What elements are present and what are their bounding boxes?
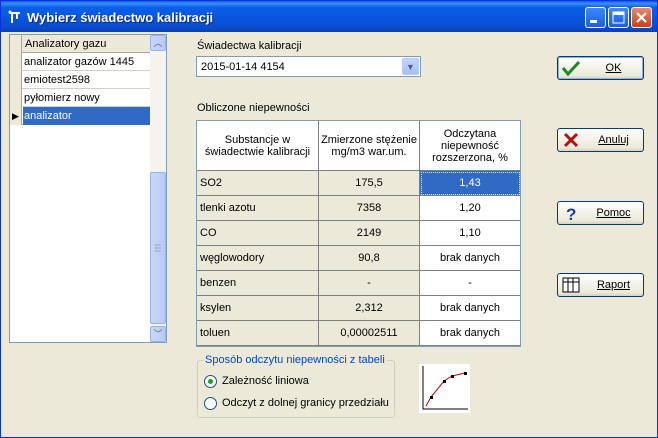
substance-cell: benzen <box>197 271 319 296</box>
list-scrollbar[interactable]: ︿ ﹀ <box>150 35 166 342</box>
substance-cell: SO2 <box>197 171 319 196</box>
report-label: Raport <box>596 279 631 291</box>
analyzer-list[interactable]: Analizatory gazu analizator gazów 1445 e… <box>9 34 167 343</box>
radio-lower-bound[interactable] <box>204 397 217 410</box>
window-title: Wybierz świadectwo kalibracji <box>27 10 214 25</box>
radio-lower-bound-label[interactable]: Odczyt z dolnej granicy przedziału <box>222 397 389 409</box>
uncertainty-cell[interactable]: brak danych <box>420 296 520 321</box>
maximize-icon <box>612 11 625 24</box>
concentration-cell: 175,5 <box>319 171 420 196</box>
uncertainty-cell-selected[interactable]: 1,43 <box>420 171 520 196</box>
chevron-down-icon: ﹀ <box>153 329 163 339</box>
radio-linear[interactable] <box>204 375 217 388</box>
list-item-selected[interactable]: ▶ analizator <box>10 107 150 125</box>
list-item[interactable]: analizator gazów 1445 <box>10 53 150 71</box>
dialog-body: Analizatory gazu analizator gazów 1445 e… <box>4 32 654 435</box>
uncertainty-cell[interactable]: brak danych <box>420 321 520 346</box>
radio-dot <box>208 379 213 384</box>
minimize-icon <box>590 20 597 23</box>
x-icon <box>562 132 580 148</box>
uncertainty-cell[interactable]: brak danych <box>420 246 520 271</box>
substance-cell: toluen <box>197 321 319 346</box>
app-icon <box>7 9 23 25</box>
list-item[interactable]: emiotest2598 <box>10 71 150 89</box>
row-indicator <box>10 53 22 71</box>
concentration-cell: 2149 <box>319 221 420 246</box>
concentration-cell: - <box>319 271 420 296</box>
row-indicator <box>10 71 22 89</box>
uncertainty-cell[interactable]: 1,10 <box>420 221 520 246</box>
report-button[interactable]: Raport <box>557 273 644 297</box>
column-header: Odczytana niepewność rozszerzona, % <box>420 121 520 171</box>
substance-cell: tlenki azotu <box>197 196 319 221</box>
scroll-thumb[interactable] <box>150 172 166 324</box>
concentration-cell: 90,8 <box>319 246 420 271</box>
read-mode-group: Sposób odczytu niepewności z tabeli Zale… <box>197 354 395 418</box>
uncertainties-label: Obliczone niepewności <box>197 102 310 114</box>
list-header-label: Analizatory gazu <box>25 38 107 50</box>
svg-text:?: ? <box>566 205 576 221</box>
ok-button[interactable]: OK <box>557 56 644 80</box>
question-icon: ? <box>562 205 580 224</box>
certificate-select[interactable]: 2015-01-14 4154 ▼ <box>196 56 421 77</box>
list-item-label: pyłomierz nowy <box>24 92 100 104</box>
linear-graph-icon <box>419 364 470 413</box>
close-button[interactable] <box>631 7 652 28</box>
scroll-up-button[interactable]: ︿ <box>150 35 166 51</box>
uncertainty-cell[interactable]: 1,20 <box>420 196 520 221</box>
help-button[interactable]: ? Pomoc <box>557 201 644 225</box>
certificate-label: Świadectwa kalibracji <box>197 40 302 52</box>
uncertainty-cell[interactable]: - <box>420 271 520 296</box>
chevron-down-icon: ▼ <box>406 62 415 72</box>
list-item-label: emiotest2598 <box>24 74 91 86</box>
list-header: Analizatory gazu <box>10 35 150 53</box>
cancel-button[interactable]: Anuluj <box>557 128 644 152</box>
dropdown-button[interactable]: ▼ <box>402 58 419 75</box>
read-mode-title: Sposób odczytu niepewności z tabeli <box>203 354 387 366</box>
minimize-button[interactable] <box>585 7 606 28</box>
substance-cell: węglowodory <box>197 246 319 271</box>
list-item-label: analizator gazów 1445 <box>24 56 135 68</box>
title-bar[interactable]: Wybierz świadectwo kalibracji <box>1 1 657 32</box>
substance-cell: CO <box>197 221 319 246</box>
close-icon <box>636 12 647 23</box>
table-icon <box>562 277 580 293</box>
row-indicator <box>10 89 22 107</box>
certificate-value: 2015-01-14 4154 <box>201 61 285 73</box>
scroll-down-button[interactable]: ﹀ <box>150 326 166 342</box>
concentration-cell: 2,312 <box>319 296 420 321</box>
uncertainty-table[interactable]: Substancje w świadectwie kalibracji Zmie… <box>196 120 521 347</box>
dialog-window: Wybierz świadectwo kalibracji Analizator… <box>0 0 658 438</box>
current-row-arrow-icon: ▶ <box>10 107 22 125</box>
chevron-up-icon: ︿ <box>153 38 163 48</box>
column-header: Substancje w świadectwie kalibracji <box>197 121 319 171</box>
ok-label: OK <box>605 62 622 74</box>
maximize-button[interactable] <box>608 7 629 28</box>
help-label: Pomoc <box>596 207 631 219</box>
substance-cell: ksylen <box>197 296 319 321</box>
list-item[interactable]: pyłomierz nowy <box>10 89 150 107</box>
column-header: Zmierzone stężenie mg/m3 war.um. <box>319 121 420 171</box>
concentration-cell: 0,00002511 <box>319 321 420 346</box>
concentration-cell: 7358 <box>319 196 420 221</box>
cancel-label: Anuluj <box>598 134 629 146</box>
radio-linear-label[interactable]: Zależność liniowa <box>222 375 309 387</box>
checkmark-icon <box>561 60 581 77</box>
list-item-label: analizator <box>23 107 150 125</box>
